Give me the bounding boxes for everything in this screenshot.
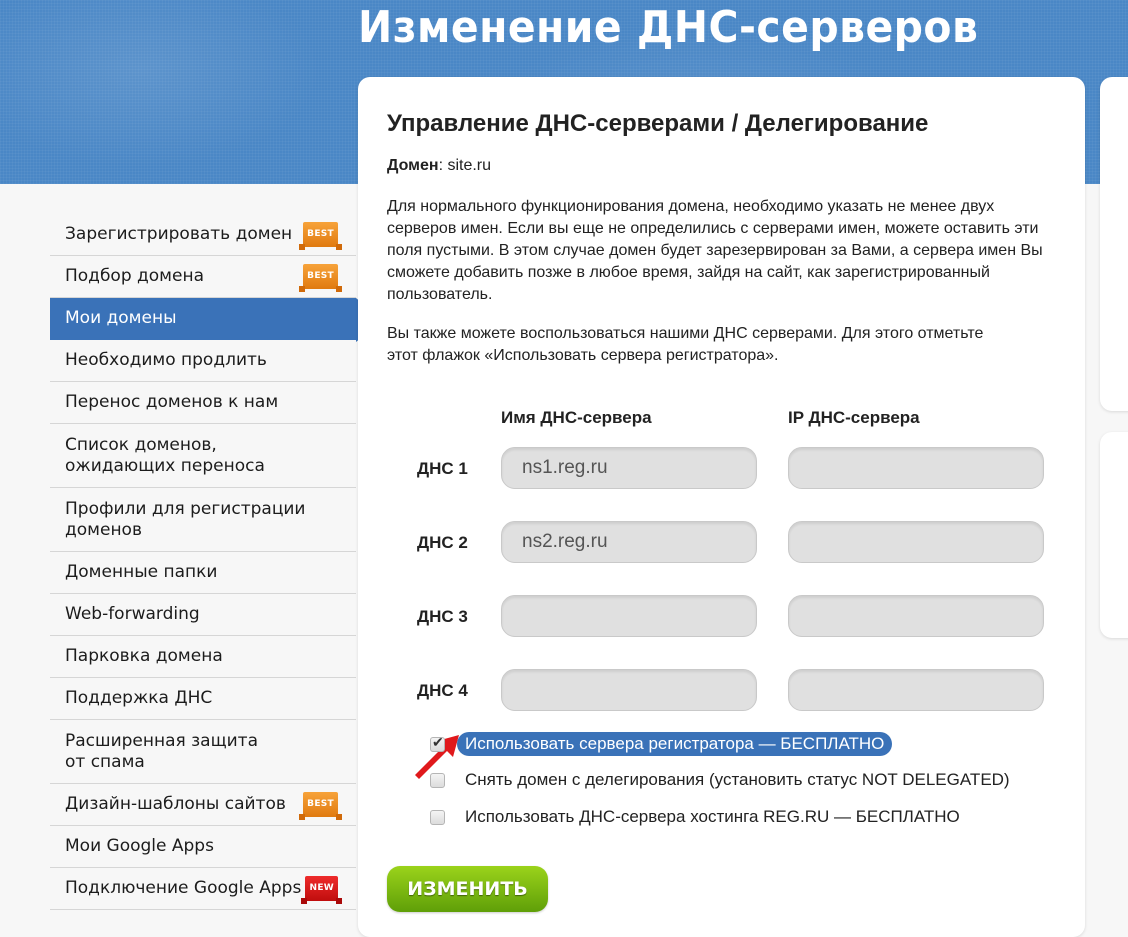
sidebar-item-label: Зарегистрировать домен (65, 224, 293, 244)
sidebar-item-web-forwarding[interactable]: Web-forwarding (50, 594, 356, 636)
sidebar-item-label: Дизайн-шаблоны сайтов (65, 794, 286, 814)
sidebar-item-label: Мои Google Apps (65, 836, 214, 856)
sidebar-item-label: Поддержка ДНС (65, 688, 213, 708)
sidebar-item-label: Подключение Google Apps (65, 878, 302, 898)
instructions-text: Для нормального функционирования домена,… (387, 198, 1043, 303)
dns3-ip-input[interactable] (788, 595, 1044, 637)
dns2-ip-input[interactable] (788, 521, 1044, 563)
sidebar-item-registration-profiles[interactable]: Профили для регистрации доменов (50, 488, 356, 552)
sidebar-item-label: Список доменов, ожидающих переноса (65, 434, 265, 476)
dns4-name-input[interactable] (501, 669, 757, 711)
dns-settings-card: Управление ДНС-серверами / Делегирование… (358, 77, 1085, 937)
best-badge-icon: BEST (299, 792, 342, 820)
page-title: Изменение ДНС-серверов (358, 2, 979, 53)
column-header-ip: IP ДНС-сервера (788, 408, 920, 427)
dns1-ip-input[interactable] (788, 447, 1044, 489)
sidebar-item-label: Парковка домена (65, 646, 223, 666)
sidebar-nav: Зарегистрировать домен BEST Подбор домен… (50, 214, 382, 910)
column-header-name: Имя ДНС-сервера (501, 408, 652, 427)
use-registrar-dns-option[interactable]: Использовать сервера регистратора — БЕСП… (430, 732, 893, 756)
dns1-name-input[interactable] (501, 447, 757, 489)
sidebar-item-label: Профили для регистрации доменов (65, 498, 306, 540)
sidebar-item-my-domains[interactable]: Мои домены (50, 298, 382, 342)
checkbox-label[interactable]: Снять домен с делегирования (установить … (457, 768, 1018, 792)
undelegate-checkbox[interactable] (430, 772, 445, 788)
undelegate-option[interactable]: Снять домен с делегирования (установить … (430, 768, 1018, 792)
sidebar-item-domain-folders[interactable]: Доменные папки (50, 552, 356, 594)
sidebar-item-label: Web-forwarding (65, 604, 200, 624)
checkbox-label[interactable]: Использовать ДНС-сервера хостинга REG.RU… (457, 805, 968, 829)
sidebar-item-label: Доменные папки (65, 562, 218, 582)
dns-row-label: ДНС 1 (417, 459, 468, 478)
new-badge-icon: NEW (301, 876, 342, 904)
sidebar-item-need-renewal[interactable]: Необходимо продлить (50, 340, 356, 382)
sidebar-item-domain-parking[interactable]: Парковка домена (50, 636, 356, 678)
sidebar-item-domain-search[interactable]: Подбор домена BEST (50, 256, 356, 298)
checkbox-label[interactable]: Использовать сервера регистратора — БЕСП… (457, 732, 893, 756)
sidebar-item-spam-protection[interactable]: Расширенная защита от спама (50, 720, 356, 784)
dns3-name-input[interactable] (501, 595, 757, 637)
domain-value: : site.ru (438, 157, 492, 174)
sidebar-item-register-domain[interactable]: Зарегистрировать домен BEST (50, 214, 356, 256)
side-panel-top (1100, 77, 1128, 411)
sidebar-item-pending-transfers[interactable]: Список доменов, ожидающих переноса (50, 424, 356, 488)
dns-row-label: ДНС 3 (417, 607, 468, 626)
side-panel-bottom (1100, 432, 1128, 638)
sidebar-item-dns-support[interactable]: Поддержка ДНС (50, 678, 356, 720)
use-hosting-dns-checkbox[interactable] (430, 809, 445, 825)
sidebar-item-label: Мои домены (65, 308, 177, 328)
use-registrar-dns-checkbox[interactable] (430, 734, 445, 752)
submit-change-button[interactable]: ИЗМЕНИТЬ (387, 866, 548, 912)
domain-info: Домен: site.ru (387, 157, 491, 175)
best-badge-icon: BEST (299, 264, 342, 292)
dns-row-label: ДНС 2 (417, 533, 468, 552)
domain-label: Домен (387, 157, 439, 174)
sidebar-item-label: Необходимо продлить (65, 350, 267, 370)
sidebar-item-label: Расширенная защита от спама (65, 730, 258, 772)
best-badge-icon: BEST (299, 222, 342, 250)
card-title: Управление ДНС-серверами / Делегирование (387, 110, 929, 137)
sidebar-item-my-google-apps[interactable]: Мои Google Apps (50, 826, 356, 868)
sidebar-item-transfer-in[interactable]: Перенос доменов к нам (50, 382, 356, 424)
sidebar-item-label: Подбор домена (65, 266, 204, 286)
use-hosting-dns-option[interactable]: Использовать ДНС-сервера хостинга REG.RU… (430, 805, 968, 829)
dns-row-label: ДНС 4 (417, 681, 468, 700)
sidebar-item-site-templates[interactable]: Дизайн-шаблоны сайтов BEST (50, 784, 356, 826)
sidebar-item-label: Перенос доменов к нам (65, 392, 279, 412)
dns2-name-input[interactable] (501, 521, 757, 563)
sidebar-item-connect-google-apps[interactable]: Подключение Google Apps NEW (50, 868, 356, 910)
registrar-dns-hint: Вы также можете воспользоваться нашими Д… (387, 325, 984, 364)
dns4-ip-input[interactable] (788, 669, 1044, 711)
